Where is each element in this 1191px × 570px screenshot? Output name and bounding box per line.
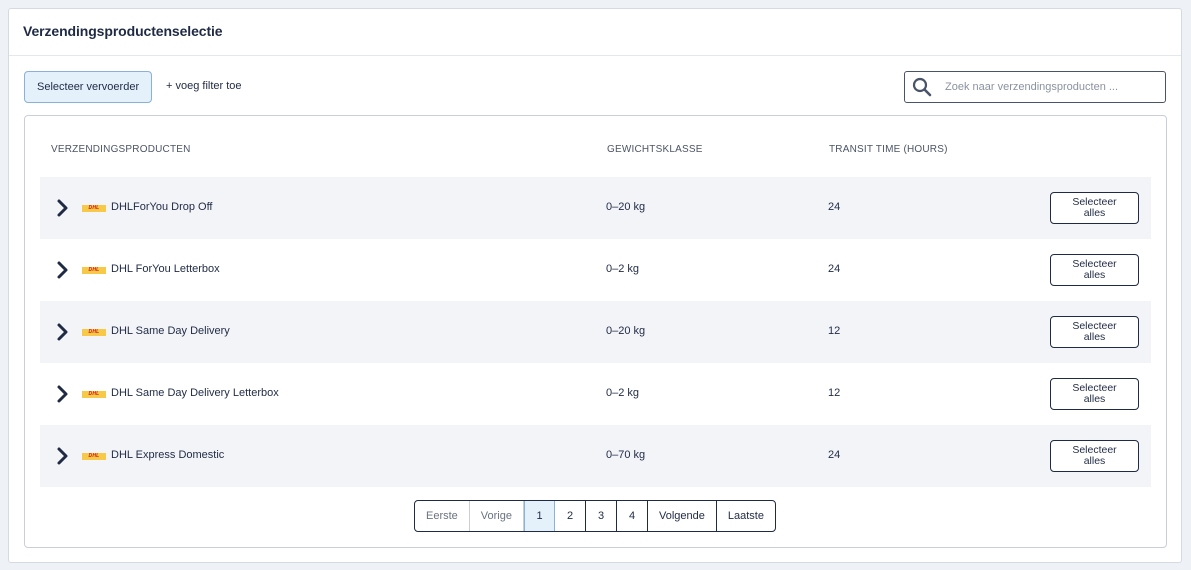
select-all-button[interactable]: Selecteer alles bbox=[1050, 254, 1139, 286]
select-all-button[interactable]: Selecteer alles bbox=[1050, 378, 1139, 410]
weight-class: 0–2 kg bbox=[606, 387, 640, 399]
pagination-last-button[interactable]: Laatste bbox=[717, 501, 775, 531]
add-filter-link[interactable]: + voeg filter toe bbox=[166, 80, 242, 92]
table-body: DHL DHLForYou Drop Off 0–20 kg 24 Select… bbox=[40, 177, 1151, 487]
table-header: VERZENDINGSPRODUCTEN GEWICHTSKLASSE TRAN… bbox=[25, 144, 1166, 164]
table-row: DHL DHLForYou Drop Off 0–20 kg 24 Select… bbox=[40, 177, 1151, 239]
dhl-logo: DHL bbox=[82, 267, 106, 274]
transit-time: 12 bbox=[828, 325, 841, 337]
column-header-weight-class: GEWICHTSKLASSE bbox=[607, 144, 703, 155]
search-input[interactable] bbox=[945, 78, 1155, 96]
product-name: DHL Same Day Delivery Letterbox bbox=[111, 387, 279, 399]
weight-class: 0–20 kg bbox=[606, 201, 646, 213]
transit-time: 24 bbox=[828, 201, 841, 213]
dhl-logo: DHL bbox=[82, 453, 106, 460]
transit-time: 12 bbox=[828, 387, 841, 399]
select-all-button[interactable]: Selecteer alles bbox=[1050, 440, 1139, 472]
pagination-first-button[interactable]: Eerste bbox=[415, 501, 470, 531]
search-icon bbox=[912, 77, 932, 97]
column-header-products: VERZENDINGSPRODUCTEN bbox=[51, 144, 191, 155]
chevron-right-icon[interactable] bbox=[56, 446, 70, 466]
dhl-logo: DHL bbox=[82, 329, 106, 336]
pagination: Eerste Vorige 1 2 3 4 Volgende Laatste bbox=[414, 500, 776, 532]
pagination-page-4[interactable]: 4 bbox=[617, 501, 648, 531]
chevron-right-icon[interactable] bbox=[56, 198, 70, 218]
pagination-page-2[interactable]: 2 bbox=[555, 501, 586, 531]
product-name: DHLForYou Drop Off bbox=[111, 201, 213, 213]
products-table: VERZENDINGSPRODUCTEN GEWICHTSKLASSE TRAN… bbox=[24, 115, 1167, 548]
pagination-page-1[interactable]: 1 bbox=[524, 501, 555, 531]
chevron-right-icon[interactable] bbox=[56, 322, 70, 342]
transit-time: 24 bbox=[828, 263, 841, 275]
weight-class: 0–20 kg bbox=[606, 325, 646, 337]
pagination-page-3[interactable]: 3 bbox=[586, 501, 617, 531]
table-row: DHL DHL Same Day Delivery Letterbox 0–2 … bbox=[40, 363, 1151, 425]
select-carrier-button[interactable]: Selecteer vervoerder bbox=[24, 71, 153, 103]
panel-header: Verzendingsproductenselectie bbox=[9, 9, 1181, 56]
toolbar: Selecteer vervoerder + voeg filter toe bbox=[24, 71, 1166, 104]
pagination-next-button[interactable]: Volgende bbox=[648, 501, 717, 531]
product-name: DHL Express Domestic bbox=[111, 449, 225, 461]
pagination-previous-button[interactable]: Vorige bbox=[470, 501, 524, 531]
chevron-right-icon[interactable] bbox=[56, 260, 70, 280]
chevron-right-icon[interactable] bbox=[56, 384, 70, 404]
dhl-logo: DHL bbox=[82, 391, 106, 398]
column-header-transit-time: TRANSIT TIME (HOURS) bbox=[829, 144, 948, 155]
product-name: DHL ForYou Letterbox bbox=[111, 263, 220, 275]
page-title: Verzendingsproductenselectie bbox=[23, 23, 223, 39]
transit-time: 24 bbox=[828, 449, 841, 461]
table-row: DHL DHL Same Day Delivery 0–20 kg 12 Sel… bbox=[40, 301, 1151, 363]
product-name: DHL Same Day Delivery bbox=[111, 325, 230, 337]
select-all-button[interactable]: Selecteer alles bbox=[1050, 192, 1139, 224]
select-all-button[interactable]: Selecteer alles bbox=[1050, 316, 1139, 348]
weight-class: 0–70 kg bbox=[606, 449, 646, 461]
table-row: DHL DHL ForYou Letterbox 0–2 kg 24 Selec… bbox=[40, 239, 1151, 301]
shipping-product-selection-panel: Verzendingsproductenselectie Selecteer v… bbox=[8, 8, 1182, 563]
weight-class: 0–2 kg bbox=[606, 263, 640, 275]
table-row: DHL DHL Express Domestic 0–70 kg 24 Sele… bbox=[40, 425, 1151, 487]
search-box bbox=[904, 71, 1166, 103]
dhl-logo: DHL bbox=[82, 205, 106, 212]
